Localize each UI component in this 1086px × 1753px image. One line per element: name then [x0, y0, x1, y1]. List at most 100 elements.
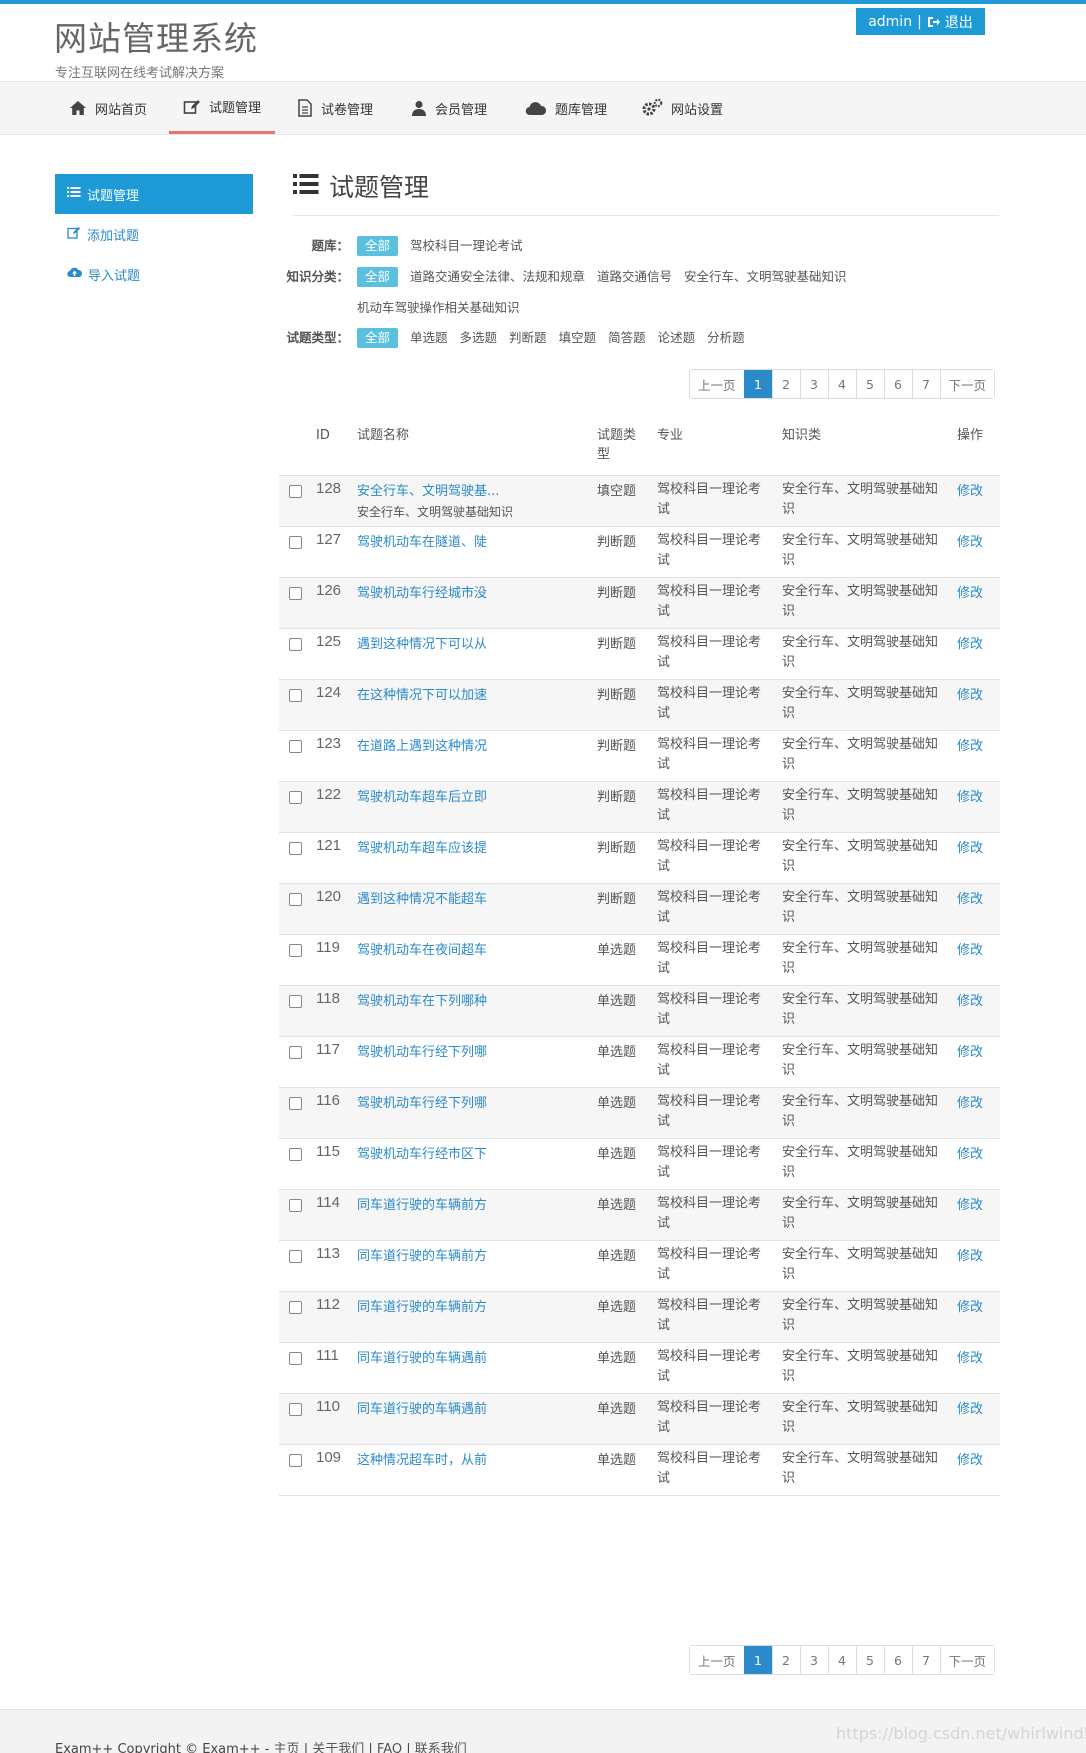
row-name-link[interactable]: 同车道行驶的车辆前方	[357, 1194, 487, 1213]
nav-settings[interactable]: 网站设置	[627, 82, 737, 134]
row-edit-link[interactable]: 修改	[957, 1398, 983, 1417]
pager-page[interactable]: 3	[799, 370, 828, 398]
pager-page[interactable]: 3	[799, 1646, 828, 1674]
row-name-link[interactable]: 安全行车、文明驾驶基...	[357, 480, 499, 499]
filter-knowledge-option[interactable]: 安全行车、文明驾驶基础知识	[684, 266, 847, 288]
row-checkbox[interactable]	[289, 689, 302, 702]
row-checkbox[interactable]	[289, 893, 302, 906]
logout-link[interactable]: 退出	[945, 12, 973, 32]
row-edit-link[interactable]: 修改	[957, 1296, 983, 1315]
row-edit-link[interactable]: 修改	[957, 1041, 983, 1060]
pager-page[interactable]: 1	[743, 1646, 772, 1674]
row-name-link[interactable]: 驾驶机动车在夜间超车	[357, 939, 487, 958]
row-name-link[interactable]: 驾驶机动车行经城市没	[357, 582, 487, 601]
sidebar-item-add[interactable]: 添加试题	[55, 214, 253, 254]
filter-bank-all[interactable]: 全部	[357, 236, 399, 256]
row-name-link[interactable]: 同车道行驶的车辆前方	[357, 1296, 487, 1315]
footer-link[interactable]: 关于我们	[312, 1742, 364, 1753]
sidebar-item-questions[interactable]: 试题管理	[55, 174, 253, 214]
row-edit-link[interactable]: 修改	[957, 786, 983, 805]
pager-page[interactable]: 1	[743, 370, 772, 398]
row-edit-link[interactable]: 修改	[957, 735, 983, 754]
row-checkbox[interactable]	[289, 1403, 302, 1416]
row-checkbox[interactable]	[289, 1097, 302, 1110]
pager-page[interactable]: 4	[827, 1646, 856, 1674]
filter-knowledge-all[interactable]: 全部	[357, 267, 399, 287]
row-name-link[interactable]: 在这种情况下可以加速	[357, 684, 487, 703]
pager-page[interactable]: 7	[911, 370, 940, 398]
sidebar-item-import[interactable]: 导入试题	[55, 254, 253, 294]
pager-prev[interactable]: 上一页	[690, 1646, 744, 1674]
filter-type-option[interactable]: 简答题	[608, 327, 646, 349]
row-name-link[interactable]: 遇到这种情况不能超车	[357, 888, 487, 907]
row-checkbox[interactable]	[289, 791, 302, 804]
filter-knowledge-option[interactable]: 道路交通安全法律、法规和规章	[410, 266, 585, 288]
row-name-link[interactable]: 这种情况超车时，从前	[357, 1449, 487, 1468]
nav-banks[interactable]: 题库管理	[511, 82, 621, 134]
row-checkbox[interactable]	[289, 536, 302, 549]
row-edit-link[interactable]: 修改	[957, 888, 983, 907]
row-checkbox[interactable]	[289, 1301, 302, 1314]
row-name-link[interactable]: 驾驶机动车超车应该提	[357, 837, 487, 856]
nav-members[interactable]: 会员管理	[397, 82, 501, 134]
pager-page[interactable]: 5	[855, 1646, 884, 1674]
footer-link[interactable]: 主页	[274, 1742, 300, 1753]
row-edit-link[interactable]: 修改	[957, 633, 983, 652]
row-name-link[interactable]: 驾驶机动车行经下列哪	[357, 1041, 487, 1060]
row-name-link[interactable]: 同车道行驶的车辆遇前	[357, 1398, 487, 1417]
row-name-link[interactable]: 驾驶机动车行经下列哪	[357, 1092, 487, 1111]
pager-page[interactable]: 4	[827, 370, 856, 398]
pager-next[interactable]: 下一页	[939, 370, 995, 398]
row-edit-link[interactable]: 修改	[957, 531, 983, 550]
row-name-link[interactable]: 在道路上遇到这种情况	[357, 735, 487, 754]
row-checkbox[interactable]	[289, 1199, 302, 1212]
row-checkbox[interactable]	[289, 485, 302, 498]
username-link[interactable]: admin	[868, 14, 912, 30]
pager-page[interactable]: 2	[771, 1646, 800, 1674]
filter-bank-option[interactable]: 驾校科目一理论考试	[410, 235, 523, 257]
filter-knowledge-option[interactable]: 道路交通信号	[597, 266, 672, 288]
filter-type-option[interactable]: 判断题	[509, 327, 547, 349]
row-checkbox[interactable]	[289, 1352, 302, 1365]
row-edit-link[interactable]: 修改	[957, 684, 983, 703]
pager-next[interactable]: 下一页	[939, 1646, 995, 1674]
row-edit-link[interactable]: 修改	[957, 990, 983, 1009]
filter-type-option[interactable]: 论述题	[658, 327, 696, 349]
row-edit-link[interactable]: 修改	[957, 1092, 983, 1111]
row-checkbox[interactable]	[289, 740, 302, 753]
row-edit-link[interactable]: 修改	[957, 480, 983, 499]
row-checkbox[interactable]	[289, 638, 302, 651]
row-edit-link[interactable]: 修改	[957, 939, 983, 958]
row-edit-link[interactable]: 修改	[957, 1143, 983, 1162]
row-edit-link[interactable]: 修改	[957, 837, 983, 856]
filter-type-option[interactable]: 多选题	[460, 327, 498, 349]
row-checkbox[interactable]	[289, 1250, 302, 1263]
footer-link[interactable]: FAQ	[377, 1742, 402, 1753]
row-checkbox[interactable]	[289, 995, 302, 1008]
row-name-link[interactable]: 驾驶机动车在下列哪种	[357, 990, 487, 1009]
row-edit-link[interactable]: 修改	[957, 582, 983, 601]
row-edit-link[interactable]: 修改	[957, 1449, 983, 1468]
row-edit-link[interactable]: 修改	[957, 1347, 983, 1366]
row-edit-link[interactable]: 修改	[957, 1245, 983, 1264]
row-edit-link[interactable]: 修改	[957, 1194, 983, 1213]
row-name-link[interactable]: 遇到这种情况下可以从	[357, 633, 487, 652]
filter-type-option[interactable]: 填空题	[559, 327, 597, 349]
row-name-link[interactable]: 同车道行驶的车辆前方	[357, 1245, 487, 1264]
row-checkbox[interactable]	[289, 1046, 302, 1059]
pager-prev[interactable]: 上一页	[690, 370, 744, 398]
footer-link[interactable]: 联系我们	[415, 1742, 467, 1753]
filter-type-all[interactable]: 全部	[357, 328, 399, 348]
nav-questions[interactable]: 试题管理	[169, 82, 276, 134]
pager-page[interactable]: 6	[883, 370, 912, 398]
nav-home[interactable]: 网站首页	[55, 82, 161, 134]
pager-page[interactable]: 5	[855, 370, 884, 398]
filter-type-option[interactable]: 分析题	[707, 327, 745, 349]
row-name-link[interactable]: 同车道行驶的车辆遇前	[357, 1347, 487, 1366]
nav-papers[interactable]: 试卷管理	[283, 82, 387, 134]
row-name-link[interactable]: 驾驶机动车在隧道、陡	[357, 531, 487, 550]
row-checkbox[interactable]	[289, 944, 302, 957]
pager-page[interactable]: 2	[771, 370, 800, 398]
row-checkbox[interactable]	[289, 1454, 302, 1467]
row-checkbox[interactable]	[289, 1148, 302, 1161]
